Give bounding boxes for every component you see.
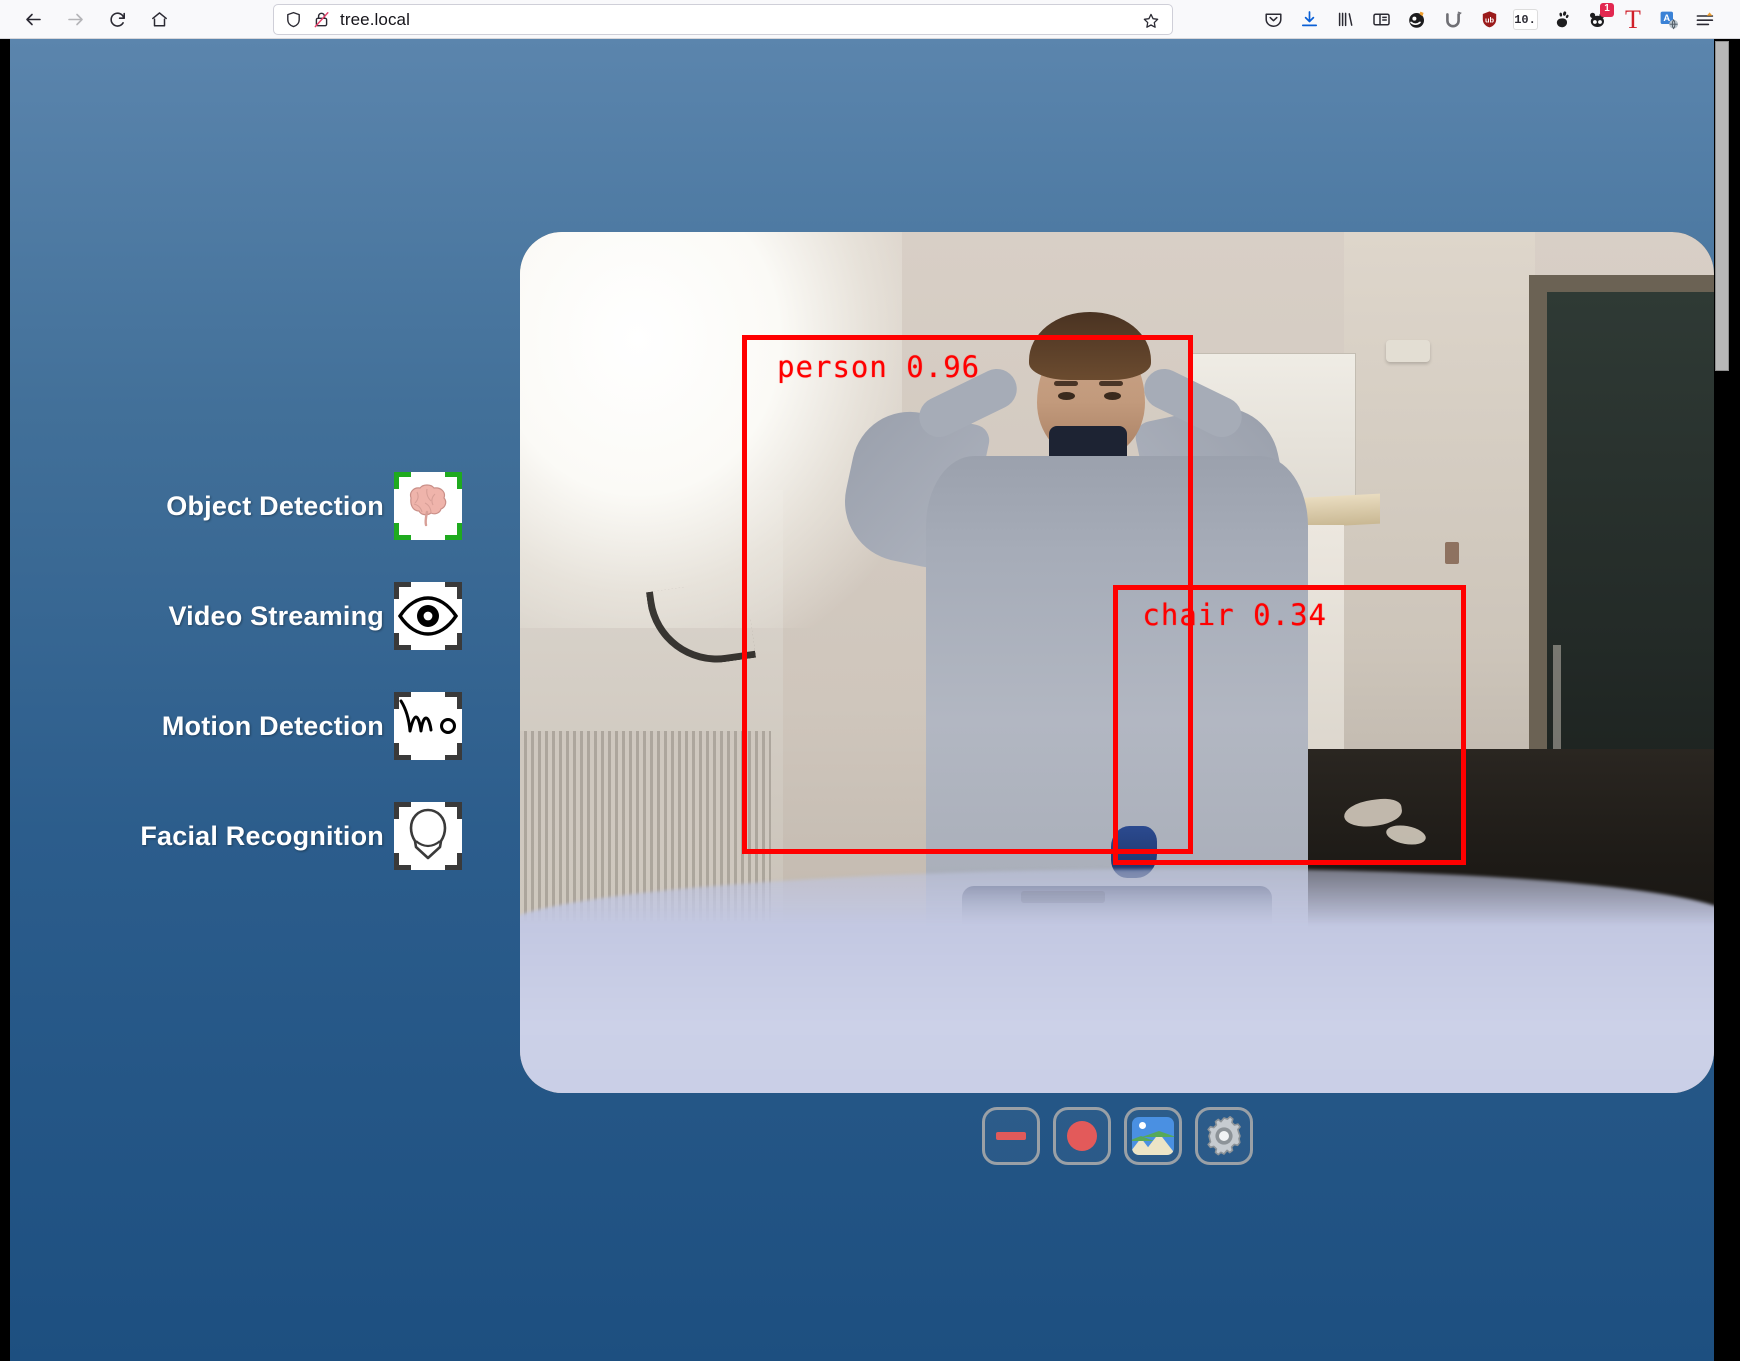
detection-label-person: person 0.96 (777, 350, 981, 385)
navigation-buttons (14, 3, 178, 35)
picture-mountain (1141, 1131, 1174, 1155)
forward-button[interactable] (56, 3, 94, 35)
snapshot-button[interactable] (1123, 1107, 1182, 1165)
shield-icon[interactable] (284, 10, 303, 29)
pocket-icon[interactable] (1255, 2, 1291, 38)
url-text: tree.local (340, 9, 410, 29)
insecure-lock-icon[interactable] (312, 10, 331, 29)
motion-icon[interactable] (394, 692, 462, 760)
stop-button[interactable] (981, 1107, 1040, 1165)
app-menu-icon[interactable] (1687, 2, 1723, 38)
gnome-icon[interactable] (1543, 2, 1579, 38)
menu-item-facial-recognition[interactable]: Facial Recognition (10, 799, 520, 873)
settings-button[interactable] (1194, 1107, 1253, 1165)
detection-box-chair: chair 0.34 (1113, 585, 1466, 865)
wall-lamp (1385, 339, 1430, 362)
picture-sun (1138, 1122, 1146, 1129)
browser-toolbar: tree.local ub 10. 1 T A (0, 0, 1740, 39)
ten-icon[interactable]: 10. (1507, 2, 1543, 38)
scrollbar-thumb[interactable] (1715, 41, 1729, 371)
ublock-origin-icon[interactable]: ub (1471, 2, 1507, 38)
thunderbird-t-letter: T (1625, 4, 1641, 34)
feature-menu: Object Detection Video Streaming Motion … (10, 469, 520, 909)
picture-icon (1131, 1117, 1174, 1155)
brain-icon[interactable] (394, 472, 462, 540)
minus-icon (995, 1132, 1026, 1140)
light-switch (1445, 541, 1460, 564)
library-icon[interactable] (1327, 2, 1363, 38)
panda-icon[interactable]: 1 (1579, 2, 1615, 38)
video-stream-panel[interactable]: person 0.96 chair 0.34 (520, 232, 1714, 1093)
eye-icon[interactable] (394, 582, 462, 650)
camera-frame: person 0.96 chair 0.34 (520, 232, 1714, 1093)
ten-icon-label: 10. (1512, 9, 1538, 30)
magnet-icon[interactable] (1435, 2, 1471, 38)
record-button[interactable] (1052, 1107, 1111, 1165)
gear-icon (1202, 1114, 1246, 1158)
reload-button[interactable] (98, 3, 136, 35)
panda-icon-badge: 1 (1600, 2, 1614, 17)
home-button[interactable] (140, 3, 178, 35)
bookmark-star-icon[interactable] (1138, 8, 1164, 33)
thunderbird-t-icon[interactable]: T (1615, 2, 1651, 38)
menu-label-object-detection: Object Detection (166, 490, 384, 521)
back-button[interactable] (14, 3, 52, 35)
downloads-icon[interactable] (1291, 2, 1327, 38)
foreground-surface (520, 869, 1714, 1093)
menu-item-motion-detection[interactable]: Motion Detection (10, 689, 520, 763)
menu-label-facial-recognition: Facial Recognition (140, 820, 384, 851)
translate-icon[interactable]: A (1651, 2, 1687, 38)
sidebar-icon[interactable] (1363, 2, 1399, 38)
record-circle-icon (1066, 1121, 1097, 1151)
svg-text:A: A (1663, 12, 1670, 23)
video-controls (520, 1107, 1714, 1165)
menu-item-object-detection[interactable]: Object Detection (10, 469, 520, 543)
menu-label-video-streaming: Video Streaming (168, 600, 384, 631)
face-icon[interactable] (394, 802, 462, 870)
menu-item-video-streaming[interactable]: Video Streaming (10, 579, 520, 653)
extension-toolbar: ub 10. 1 T A (1255, 0, 1723, 39)
page-content: Object Detection Video Streaming Motion … (10, 39, 1714, 1361)
detection-label-chair: chair 0.34 (1142, 598, 1328, 632)
menu-label-motion-detection: Motion Detection (161, 710, 384, 741)
address-bar[interactable]: tree.local (273, 4, 1173, 35)
firefox-account-icon[interactable] (1399, 2, 1435, 38)
svg-text:ub: ub (1484, 15, 1494, 24)
